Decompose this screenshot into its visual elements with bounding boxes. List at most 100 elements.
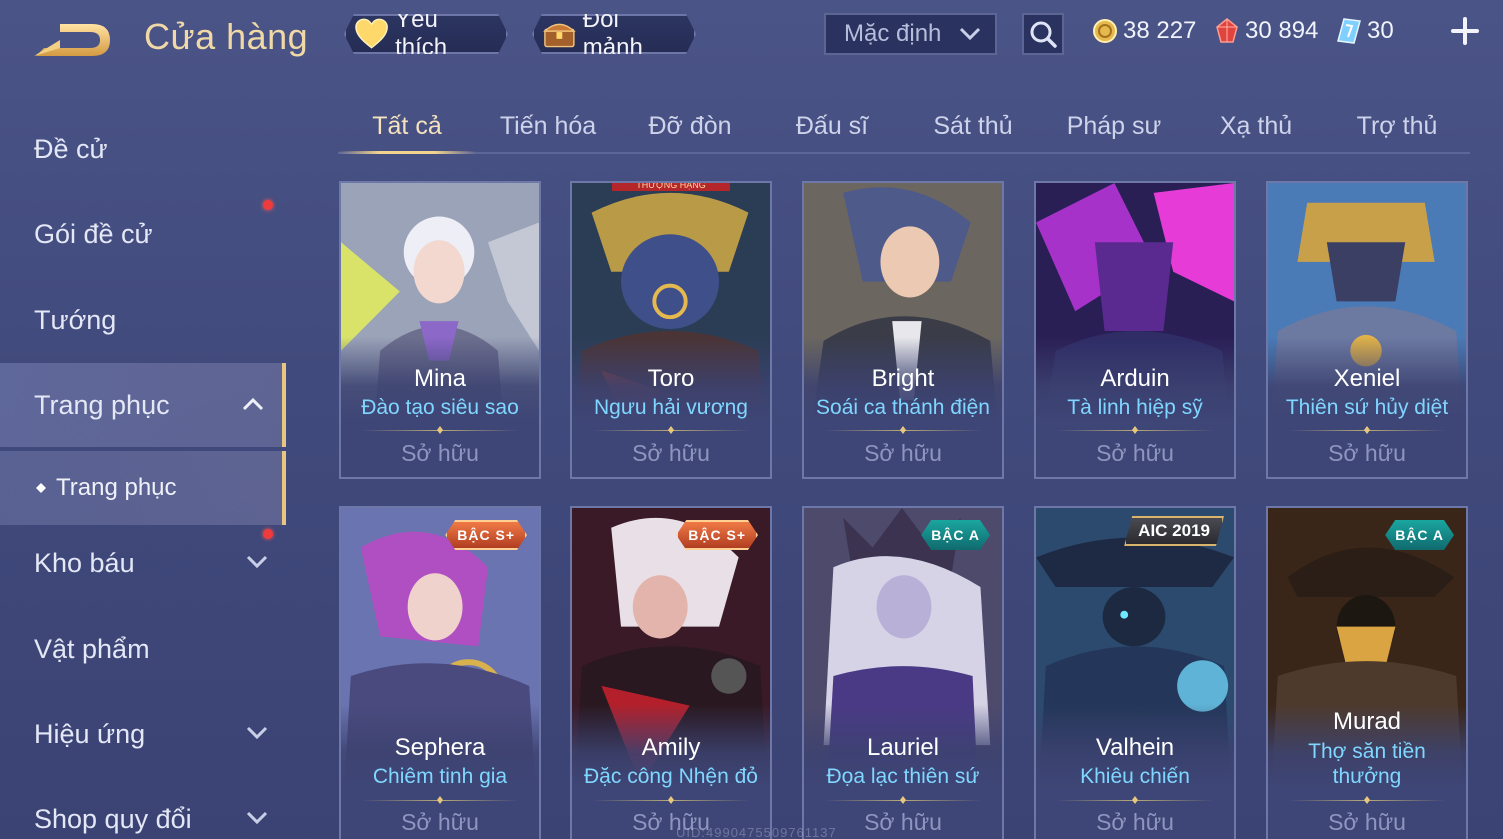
shard-exchange-label: Đổi mảnh — [582, 6, 643, 61]
hero-name: Murad — [1332, 708, 1402, 735]
owned-status: Sở hữu — [1328, 809, 1406, 835]
top-bar: Cửa hàng Yêu thích Đổi mảnh Mặc định 38 — [0, 0, 1503, 80]
plus-icon — [1451, 17, 1479, 45]
uid-watermark: UID:4990475509761137 — [676, 825, 837, 839]
tier-badge: BẬC A — [921, 520, 990, 550]
sidebar-item-items[interactable]: Vật phẩm — [0, 607, 286, 691]
chevron-down-icon — [246, 726, 268, 740]
card-divider — [1288, 800, 1446, 801]
skin-card[interactable]: BẬC S+ Sephera Chiêm tinh gia Sở hữu — [339, 506, 541, 839]
voucher-icon — [1337, 18, 1361, 44]
sidebar-item-label: Hiệu ứng — [34, 718, 146, 749]
sidebar-item-exchange-shop[interactable]: Shop quy đổi — [0, 777, 286, 839]
sidebar-item-recommended-packs[interactable]: Gói đề cử — [0, 192, 286, 276]
tab-fighter[interactable]: Đấu sĩ — [764, 100, 900, 152]
tab-tank[interactable]: Đỡ đòn — [622, 100, 758, 152]
skin-card[interactable]: BẬC A Lauriel Đọa lạc thiên sứ Sở hữu — [802, 506, 1004, 839]
sidebar-item-recommended[interactable]: Đề cử — [0, 107, 286, 191]
tab-all[interactable]: Tất cả — [338, 100, 476, 154]
card-divider — [1056, 800, 1214, 801]
skin-card[interactable]: AIC 2019 Valhein Khiêu chiến Sở hữu — [1034, 506, 1236, 839]
card-divider — [361, 800, 519, 801]
skin-card[interactable]: Bright Soái ca thánh điện Sở hữu — [802, 181, 1004, 479]
skin-card[interactable]: THƯỢNG HẠNG Toro Ngưu hải vương Sở hữu — [570, 181, 772, 479]
role-tabs: Tất cả Tiến hóa Đỡ đòn Đấu sĩ Sát thủ Ph… — [338, 100, 1470, 154]
skin-card[interactable]: Xeniel Thiên sứ hủy diệt Sở hữu — [1266, 181, 1468, 479]
skin-card[interactable]: Mina Đào tạo siêu sao Sở hữu — [339, 181, 541, 479]
sidebar-item-label: Kho báu — [34, 547, 135, 578]
skin-card[interactable]: BẬC A Murad Thợ săn tiền thưởng Sở hữu — [1266, 506, 1468, 839]
ruby-icon — [1216, 18, 1238, 43]
card-divider — [1056, 430, 1214, 431]
sidebar-item-label: Vật phẩm — [34, 633, 150, 664]
add-currency-button[interactable] — [1448, 14, 1482, 48]
back-arrow-icon — [34, 24, 110, 56]
hero-name: Mina — [413, 365, 467, 392]
sidebar-item-heroes[interactable]: Tướng — [0, 278, 286, 362]
sidebar-item-treasure[interactable]: Kho báu — [0, 521, 286, 605]
rank-ribbon: THƯỢNG HẠNG — [612, 183, 730, 191]
card-divider — [592, 430, 750, 431]
owned-status: Sở hữu — [401, 809, 479, 835]
owned-status: Sở hữu — [401, 440, 479, 466]
sidebar-subitem-label: Trang phục — [56, 474, 177, 501]
gold-coin-icon — [1093, 19, 1117, 43]
hero-name: Bright — [871, 365, 935, 392]
sidebar-subitem-skins[interactable]: Trang phục — [0, 451, 286, 525]
hero-name: Valhein — [1095, 734, 1175, 761]
chevron-up-icon — [242, 397, 264, 411]
chevron-down-icon — [959, 27, 981, 41]
hero-name: Amily — [641, 734, 701, 761]
hero-name: Sephera — [394, 734, 486, 761]
skin-name: Khiêu chiến — [1080, 765, 1190, 788]
search-button[interactable] — [1022, 13, 1064, 55]
card-divider — [824, 430, 982, 431]
ruby-amount: 30 894 — [1245, 17, 1319, 44]
tab-mage[interactable]: Pháp sư — [1046, 100, 1182, 152]
tab-assassin[interactable]: Sát thủ — [905, 100, 1041, 152]
tab-marksman[interactable]: Xạ thủ — [1188, 100, 1324, 152]
sort-dropdown[interactable]: Mặc định — [824, 13, 997, 55]
skin-name: Tà linh hiệp sỹ — [1067, 396, 1203, 419]
card-divider — [824, 800, 982, 801]
owned-status: Sở hữu — [1096, 809, 1174, 835]
owned-status: Sở hữu — [1096, 440, 1174, 466]
skin-name: Đọa lạc thiên sứ — [826, 765, 980, 788]
heart-icon — [354, 18, 389, 50]
sidebar-item-label: Shop quy đổi — [34, 803, 192, 834]
tab-evolution[interactable]: Tiến hóa — [480, 100, 616, 152]
favorites-button[interactable]: Yêu thích — [344, 14, 508, 54]
sidebar-item-effects[interactable]: Hiệu ứng — [0, 692, 286, 776]
gold-balance: 38 227 — [1092, 14, 1196, 48]
skin-name: Đặc công Nhện đỏ — [584, 765, 758, 788]
owned-status: Sở hữu — [1328, 440, 1406, 466]
skin-name: Đào tạo siêu sao — [361, 396, 519, 419]
search-icon — [1030, 21, 1057, 48]
chevron-down-icon — [246, 555, 268, 569]
skin-card[interactable]: Arduin Tà linh hiệp sỹ Sở hữu — [1034, 181, 1236, 479]
sidebar-item-label: Tướng — [34, 304, 117, 335]
sidebar-item-label: Trang phục — [34, 389, 170, 420]
page-title: Cửa hàng — [144, 16, 309, 57]
skin-name-line-1: Thợ săn tiền — [1308, 740, 1426, 763]
owned-status: Sở hữu — [632, 440, 710, 466]
card-divider — [361, 430, 519, 431]
shard-exchange-button[interactable]: Đổi mảnh — [532, 14, 696, 54]
back-button[interactable] — [30, 18, 114, 62]
card-divider — [1288, 430, 1446, 431]
skin-name: Thiên sứ hủy diệt — [1285, 396, 1449, 419]
skin-card[interactable]: BẬC S+ Amily Đặc công Nhện đỏ Sở hữu — [570, 506, 772, 839]
sidebar-item-label: Đề cử — [34, 133, 108, 164]
sidebar-item-label: Gói đề cử — [34, 218, 153, 249]
sidebar-item-skins[interactable]: Trang phục — [0, 363, 286, 447]
hero-name: Lauriel — [866, 734, 940, 761]
hero-name: Arduin — [1100, 365, 1170, 392]
tab-support[interactable]: Trợ thủ — [1329, 100, 1465, 152]
voucher-balance: 30 — [1336, 14, 1394, 48]
favorites-label: Yêu thích — [395, 6, 448, 61]
skin-name: Ngưu hải vương — [594, 396, 748, 419]
ruby-balance: 30 894 — [1214, 14, 1318, 48]
skin-name: Chiêm tinh gia — [372, 765, 508, 788]
hero-name: Toro — [647, 365, 695, 392]
owned-status: Sở hữu — [864, 440, 942, 466]
